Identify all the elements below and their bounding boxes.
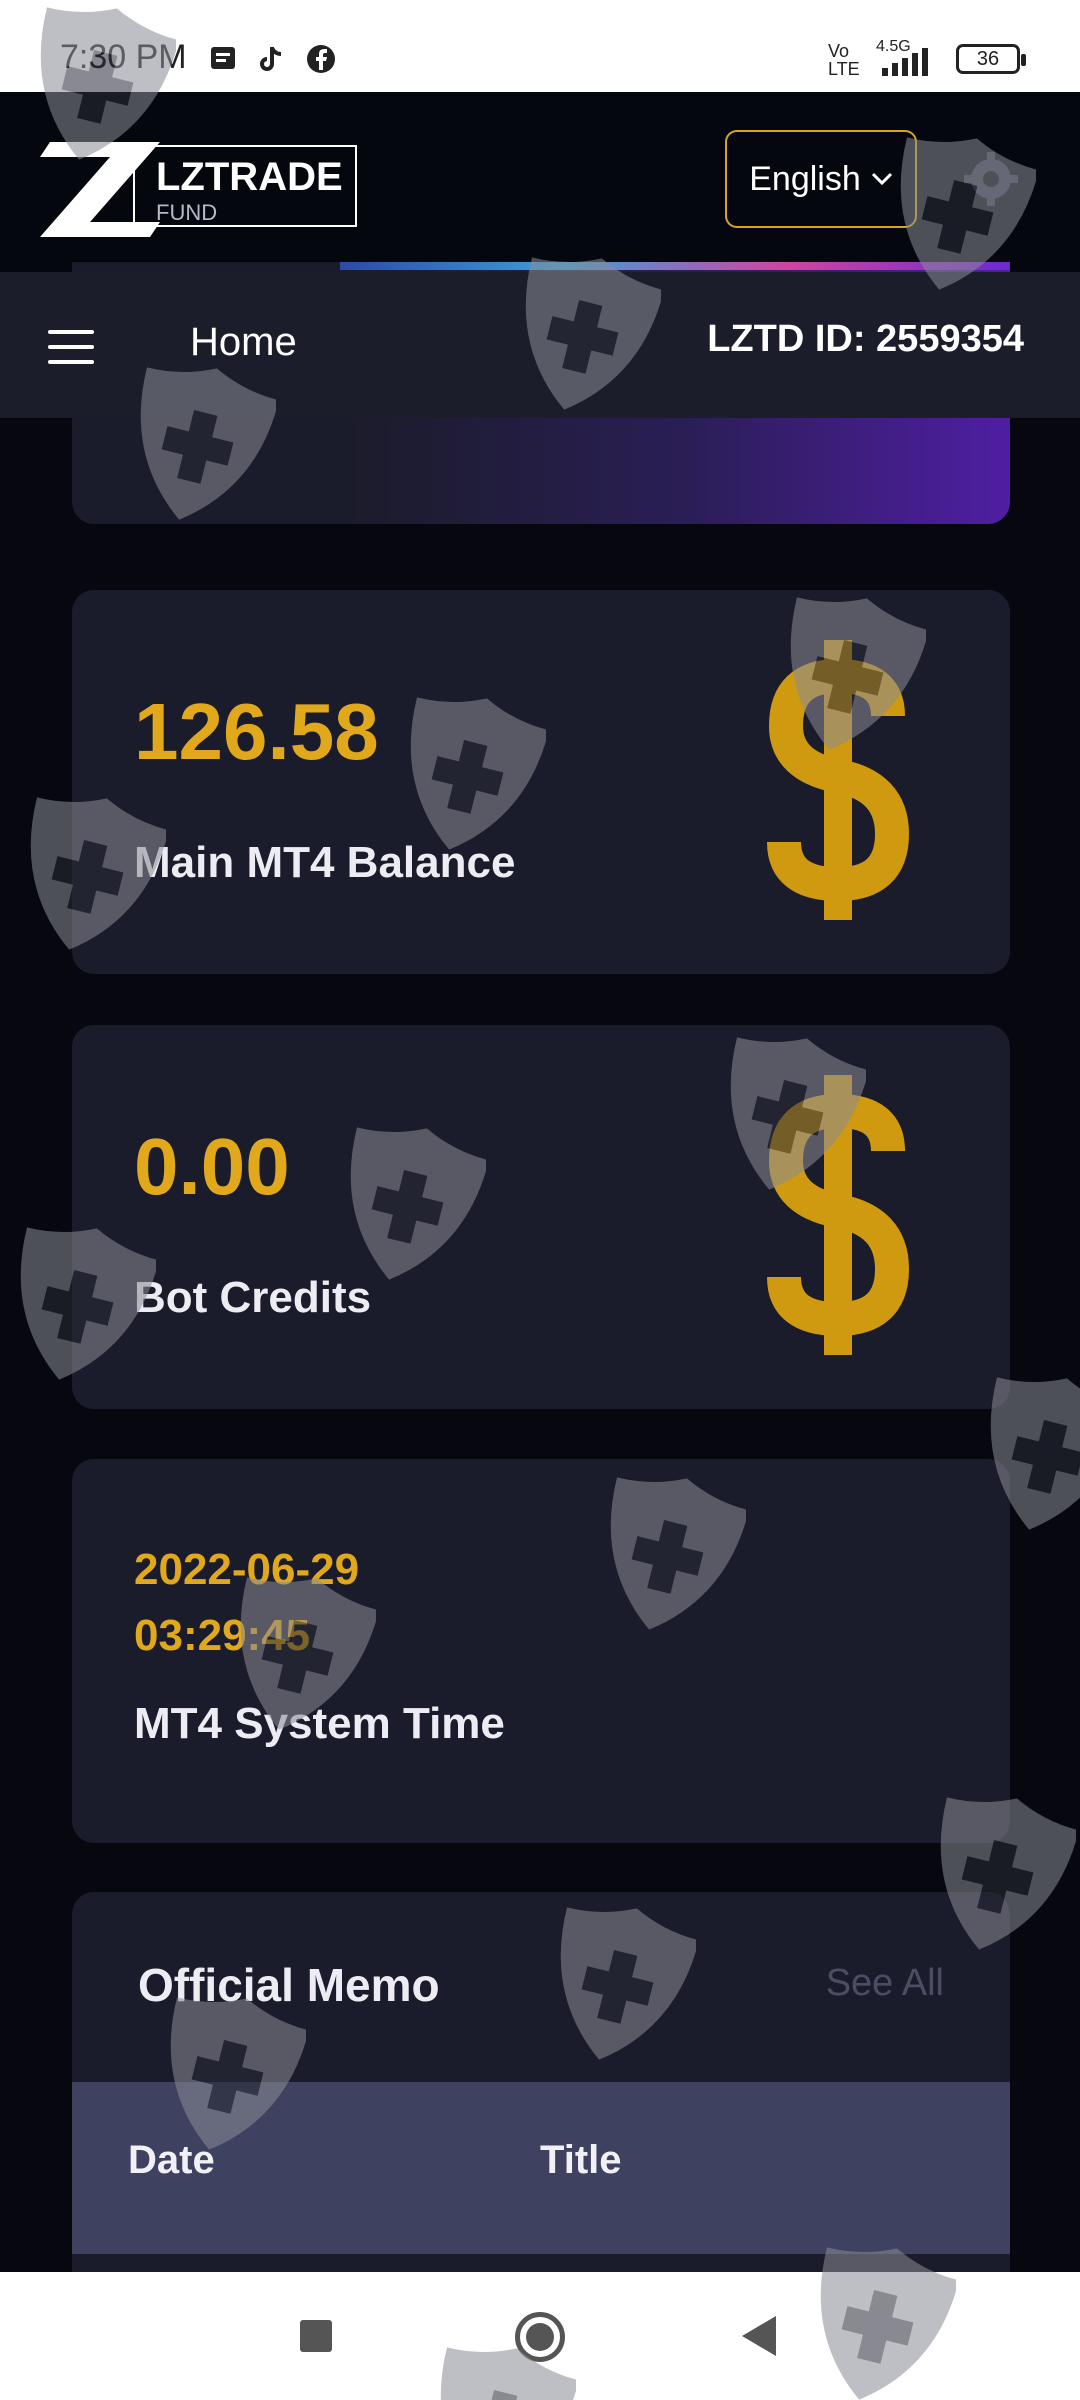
banner-stripe — [340, 262, 1010, 270]
see-all-link[interactable]: See All — [826, 1962, 944, 2005]
dollar-icon — [767, 1075, 910, 1355]
balance-card[interactable]: 126.58 Main MT4 Balance — [72, 590, 1010, 974]
memo-title: Official Memo — [138, 1959, 440, 2011]
facebook-icon — [307, 45, 335, 73]
memo-table-header: Date Title — [72, 2082, 1010, 2254]
credits-label: Bot Credits — [134, 1273, 372, 1322]
page-title: Home — [190, 320, 297, 364]
balance-value: 126.58 — [134, 687, 379, 776]
app-header: LZTRADE FUND English — [0, 92, 1080, 272]
dollar-icon — [767, 640, 910, 920]
user-id: LZTD ID: 2559354 — [707, 318, 1024, 360]
recents-button[interactable] — [300, 2320, 332, 2352]
tiktok-icon — [260, 47, 282, 71]
system-time-label: MT4 System Time — [134, 1699, 505, 1748]
system-date: 2022-06-29 — [134, 1545, 360, 1594]
volte-indicator: Vo LTE — [828, 41, 860, 79]
bot-credits-card[interactable]: 0.00 Bot Credits — [72, 1025, 1010, 1409]
top-nav-bar: Home LZTD ID: 2559354 — [0, 272, 1080, 418]
status-bar: 7:30 PM Vo LTE 4.5G 36 — [0, 0, 1080, 92]
svg-text:FUND: FUND — [156, 200, 217, 225]
official-memo-panel: Official Memo See All Date Title — [72, 1892, 1010, 2272]
language-select[interactable]: English — [725, 130, 917, 228]
menu-icon[interactable] — [48, 330, 94, 364]
brand-logo[interactable]: LZTRADE FUND — [30, 132, 360, 242]
column-title: Title — [540, 2138, 622, 2182]
battery-icon: 36 — [956, 44, 1026, 74]
message-icon — [211, 47, 235, 69]
home-button[interactable] — [515, 2312, 565, 2362]
svg-text:LZTRADE: LZTRADE — [156, 155, 343, 199]
balance-label: Main MT4 Balance — [134, 838, 516, 887]
column-date: Date — [128, 2138, 215, 2182]
system-nav-bar — [0, 2272, 1080, 2400]
language-label: English — [749, 159, 861, 198]
system-clock: 03:29:45 — [134, 1611, 311, 1660]
back-button[interactable] — [742, 2316, 776, 2356]
credits-value: 0.00 — [134, 1122, 290, 1211]
signal-icon — [882, 48, 928, 76]
chevron-down-icon — [871, 172, 892, 186]
status-time: 7:30 PM — [60, 38, 187, 76]
system-time-value: 2022-06-29 03:29:45 — [134, 1537, 359, 1669]
gear-icon[interactable] — [962, 150, 1020, 208]
system-time-card: 2022-06-29 03:29:45 MT4 System Time — [72, 1459, 1010, 1843]
